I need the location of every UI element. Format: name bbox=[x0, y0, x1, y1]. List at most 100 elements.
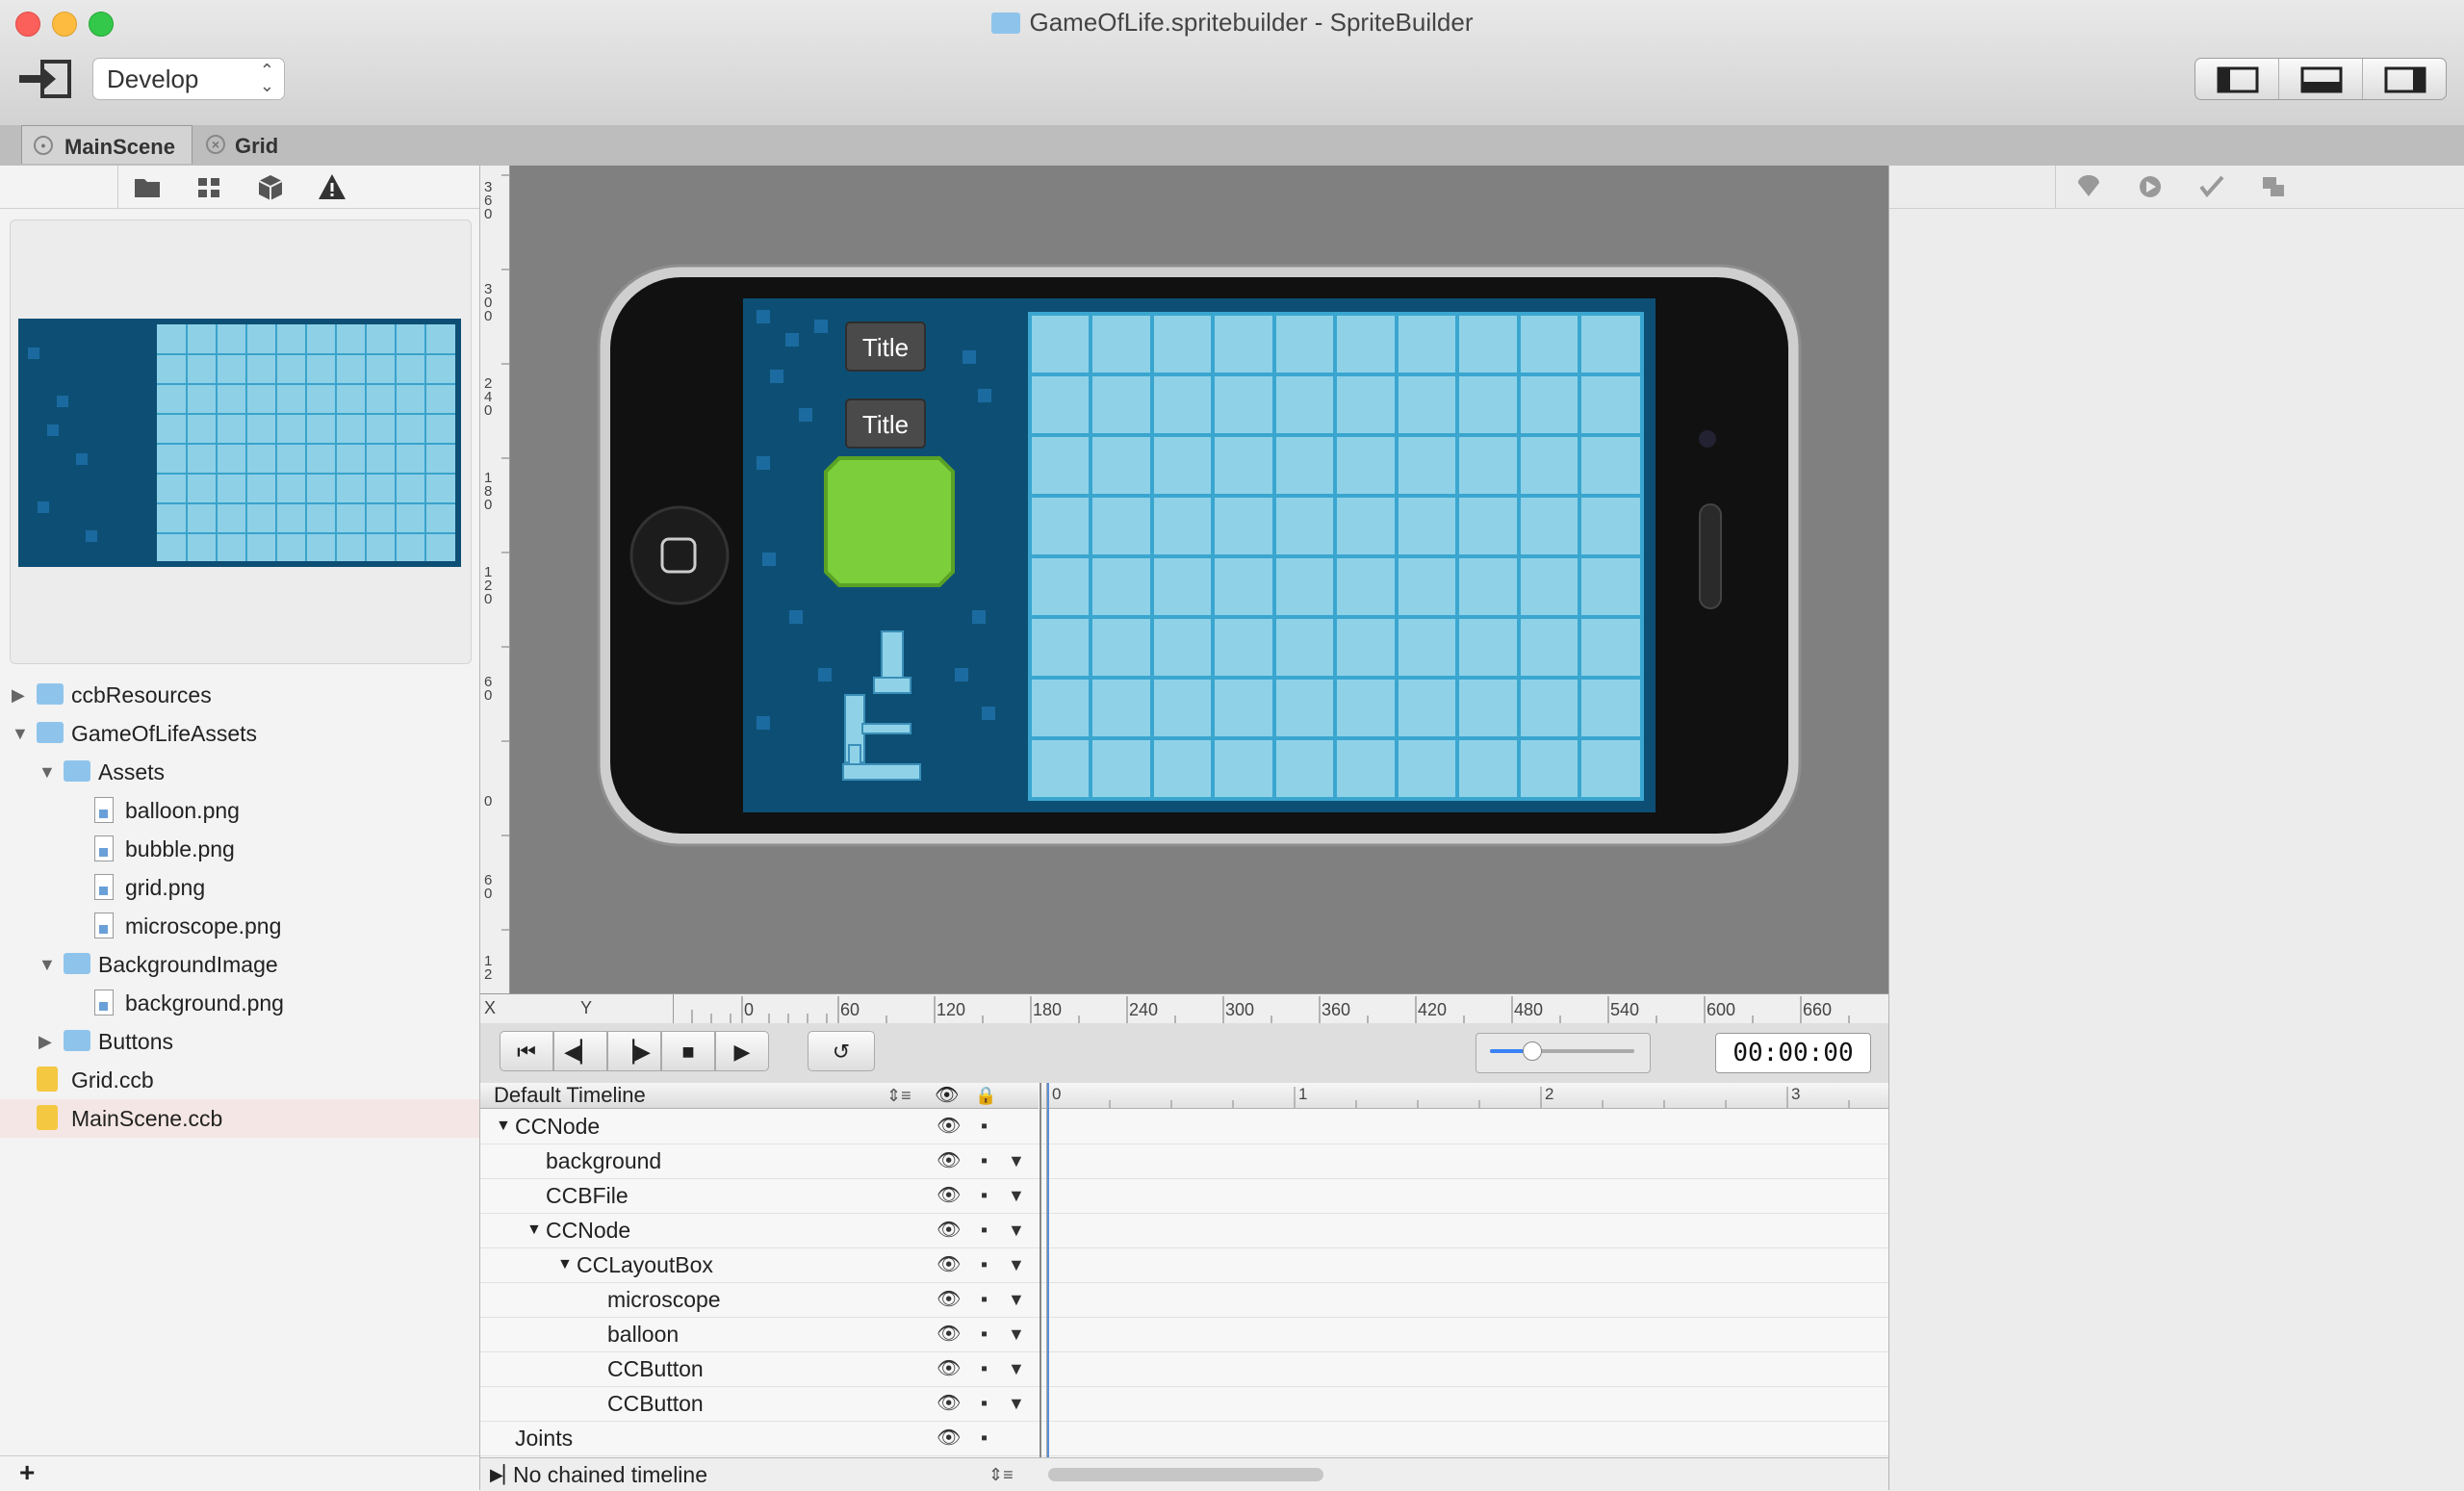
lock-dot-icon[interactable]: ▪ bbox=[981, 1144, 988, 1178]
title-button[interactable]: Title bbox=[845, 398, 926, 449]
tree-item-buttons[interactable]: ▶ Buttons bbox=[0, 1022, 479, 1061]
view-segmented-control[interactable] bbox=[2194, 58, 2447, 100]
stop-button[interactable]: ■ bbox=[661, 1031, 715, 1071]
lock-dot-icon[interactable]: ▪ bbox=[981, 1351, 988, 1386]
tab-close-icon[interactable]: × bbox=[206, 135, 225, 154]
playback-bar: ⏮ ◀▏ ▕▶ ■ ▶ ↺ 00:00:00 bbox=[480, 1023, 1888, 1084]
disclosure-expanded-icon[interactable]: ▼ bbox=[557, 1247, 573, 1282]
disclosure-collapsed-icon[interactable]: ▶ bbox=[38, 1022, 52, 1061]
grid-icon[interactable] bbox=[192, 171, 225, 202]
visibility-eye-icon[interactable]: 👁 bbox=[937, 1247, 961, 1282]
loop-button[interactable]: ↺ bbox=[808, 1031, 875, 1071]
tree-item-mainscene-ccb[interactable]: MainScene.ccb bbox=[0, 1099, 479, 1138]
right-panel-toggle-button[interactable] bbox=[2363, 59, 2446, 99]
tree-item-grid-png[interactable]: grid.png bbox=[0, 868, 479, 907]
property-menu-icon[interactable]: ▼ bbox=[1008, 1213, 1025, 1247]
timeline-name[interactable]: Default Timeline bbox=[494, 1083, 646, 1108]
tree-item-assets[interactable]: ▼ Assets bbox=[0, 753, 479, 791]
timeline-row[interactable]: microscope 👁 ▪ ▼ bbox=[480, 1282, 1888, 1318]
add-resource-button[interactable]: + bbox=[19, 1456, 35, 1489]
time-display: 00:00:00 bbox=[1715, 1033, 1871, 1073]
timeline-row[interactable]: CCBFile 👁 ▪ ▼ bbox=[480, 1178, 1888, 1214]
timeline-menu-icon[interactable]: ⇕≡ bbox=[886, 1083, 911, 1108]
tree-item-backgroundimage[interactable]: ▼ BackgroundImage bbox=[0, 945, 479, 984]
folder-icon[interactable] bbox=[131, 171, 164, 202]
disclosure-expanded-icon[interactable]: ▼ bbox=[526, 1213, 542, 1247]
go-to-start-button[interactable]: ⏮ bbox=[500, 1031, 553, 1071]
tree-item-background-png[interactable]: background.png bbox=[0, 984, 479, 1022]
code-connections-icon[interactable] bbox=[2134, 171, 2167, 202]
lock-dot-icon[interactable]: ▪ bbox=[981, 1317, 988, 1351]
timeline-row[interactable]: CCButton 👁 ▪ ▼ bbox=[480, 1386, 1888, 1422]
visibility-eye-icon[interactable]: 👁 bbox=[937, 1317, 961, 1351]
timeline-row[interactable]: ▼ CCNode 👁 ▪ bbox=[480, 1109, 1888, 1144]
lock-dot-icon[interactable]: ▪ bbox=[981, 1213, 988, 1247]
timeline-scrollbar[interactable] bbox=[1048, 1468, 1323, 1481]
timeline-scale[interactable]: 0 1 2 3 bbox=[1040, 1083, 1889, 1109]
tree-item-grid-ccb[interactable]: Grid.ccb bbox=[0, 1061, 479, 1099]
tab-mainscene[interactable]: • MainScene bbox=[21, 125, 192, 164]
exit-icon[interactable] bbox=[17, 58, 73, 100]
disclosure-expanded-icon[interactable]: ▼ bbox=[38, 753, 56, 791]
tree-item-balloon-png[interactable]: balloon.png bbox=[0, 791, 479, 830]
step-forward-button[interactable]: ▕▶ bbox=[607, 1031, 661, 1071]
mode-select[interactable]: Develop ⌃ ⌄ bbox=[92, 58, 285, 100]
chained-timeline-row[interactable]: ▶▏ No chained timeline ⇕≡ bbox=[480, 1457, 1888, 1491]
stop-icon: ■ bbox=[681, 1040, 695, 1064]
image-file-icon bbox=[94, 835, 114, 861]
property-menu-icon[interactable]: ▼ bbox=[1008, 1282, 1025, 1317]
lock-dot-icon[interactable]: ▪ bbox=[981, 1386, 988, 1421]
tree-item-bubble-png[interactable]: bubble.png bbox=[0, 830, 479, 868]
property-menu-icon[interactable]: ▼ bbox=[1008, 1178, 1025, 1213]
visibility-eye-icon[interactable]: 👁 bbox=[937, 1351, 961, 1386]
lock-dot-icon[interactable]: ▪ bbox=[981, 1282, 988, 1317]
lock-dot-icon[interactable]: ▪ bbox=[981, 1109, 988, 1144]
warning-icon[interactable] bbox=[316, 171, 348, 202]
timeline-zoom-slider[interactable] bbox=[1476, 1033, 1651, 1073]
tree-item-microscope-png[interactable]: microscope.png bbox=[0, 907, 479, 945]
timeline-row[interactable]: ▼ CCLayoutBox 👁 ▪ ▼ bbox=[480, 1247, 1888, 1283]
lock-dot-icon[interactable]: ▪ bbox=[981, 1421, 988, 1455]
lock-dot-icon[interactable]: ▪ bbox=[981, 1247, 988, 1282]
property-menu-icon[interactable]: ▼ bbox=[1008, 1386, 1025, 1421]
visibility-eye-icon[interactable]: 👁 bbox=[937, 1144, 961, 1178]
playhead[interactable] bbox=[1047, 1083, 1049, 1457]
slider-knob[interactable] bbox=[1523, 1041, 1542, 1061]
visibility-eye-icon[interactable]: 👁 bbox=[937, 1178, 961, 1213]
cube-icon[interactable] bbox=[254, 171, 287, 202]
tab-close-icon[interactable]: • bbox=[34, 136, 53, 155]
timeline-row[interactable]: ▼ CCNode 👁 ▪ ▼ bbox=[480, 1213, 1888, 1248]
play-button[interactable]: ▶ bbox=[715, 1031, 769, 1071]
title-button[interactable]: Title bbox=[845, 321, 926, 372]
physics-icon[interactable] bbox=[2195, 171, 2228, 202]
step-back-button[interactable]: ◀▏ bbox=[553, 1031, 607, 1071]
timeline-row[interactable]: CCButton 👁 ▪ ▼ bbox=[480, 1351, 1888, 1387]
tree-item-ccbresources[interactable]: ▶ ccbResources bbox=[0, 676, 479, 714]
visibility-eye-icon[interactable]: 👁 bbox=[937, 1109, 961, 1144]
properties-icon[interactable] bbox=[2072, 171, 2105, 202]
templates-icon[interactable] bbox=[2257, 171, 2290, 202]
timeline-row[interactable]: balloon 👁 ▪ ▼ bbox=[480, 1317, 1888, 1352]
node-label: CCLayoutBox bbox=[577, 1252, 713, 1277]
property-menu-icon[interactable]: ▼ bbox=[1008, 1247, 1025, 1282]
tab-grid[interactable]: × Grid bbox=[192, 125, 289, 164]
property-menu-icon[interactable]: ▼ bbox=[1008, 1317, 1025, 1351]
property-menu-icon[interactable]: ▼ bbox=[1008, 1144, 1025, 1178]
visibility-eye-icon[interactable]: 👁 bbox=[937, 1282, 961, 1317]
visibility-eye-icon[interactable]: 👁 bbox=[937, 1421, 961, 1455]
property-menu-icon[interactable]: ▼ bbox=[1008, 1351, 1025, 1386]
timeline-row[interactable]: background 👁 ▪ ▼ bbox=[480, 1144, 1888, 1179]
disclosure-expanded-icon[interactable]: ▼ bbox=[496, 1109, 511, 1144]
disclosure-collapsed-icon[interactable]: ▶ bbox=[12, 676, 25, 714]
left-panel-toggle-button[interactable] bbox=[2195, 59, 2279, 99]
lock-dot-icon[interactable]: ▪ bbox=[981, 1178, 988, 1213]
visibility-eye-icon[interactable]: 👁 bbox=[937, 1386, 961, 1421]
chain-menu-icon[interactable]: ⇕≡ bbox=[988, 1458, 1014, 1491]
mode-select-value: Develop bbox=[107, 64, 199, 93]
timeline-row[interactable]: Joints 👁 ▪ bbox=[480, 1421, 1888, 1456]
bottom-panel-toggle-button[interactable] bbox=[2279, 59, 2363, 99]
disclosure-expanded-icon[interactable]: ▼ bbox=[12, 714, 29, 753]
disclosure-expanded-icon[interactable]: ▼ bbox=[38, 945, 56, 984]
visibility-eye-icon[interactable]: 👁 bbox=[937, 1213, 961, 1247]
tree-item-gameoflifeassets[interactable]: ▼ GameOfLifeAssets bbox=[0, 714, 479, 753]
